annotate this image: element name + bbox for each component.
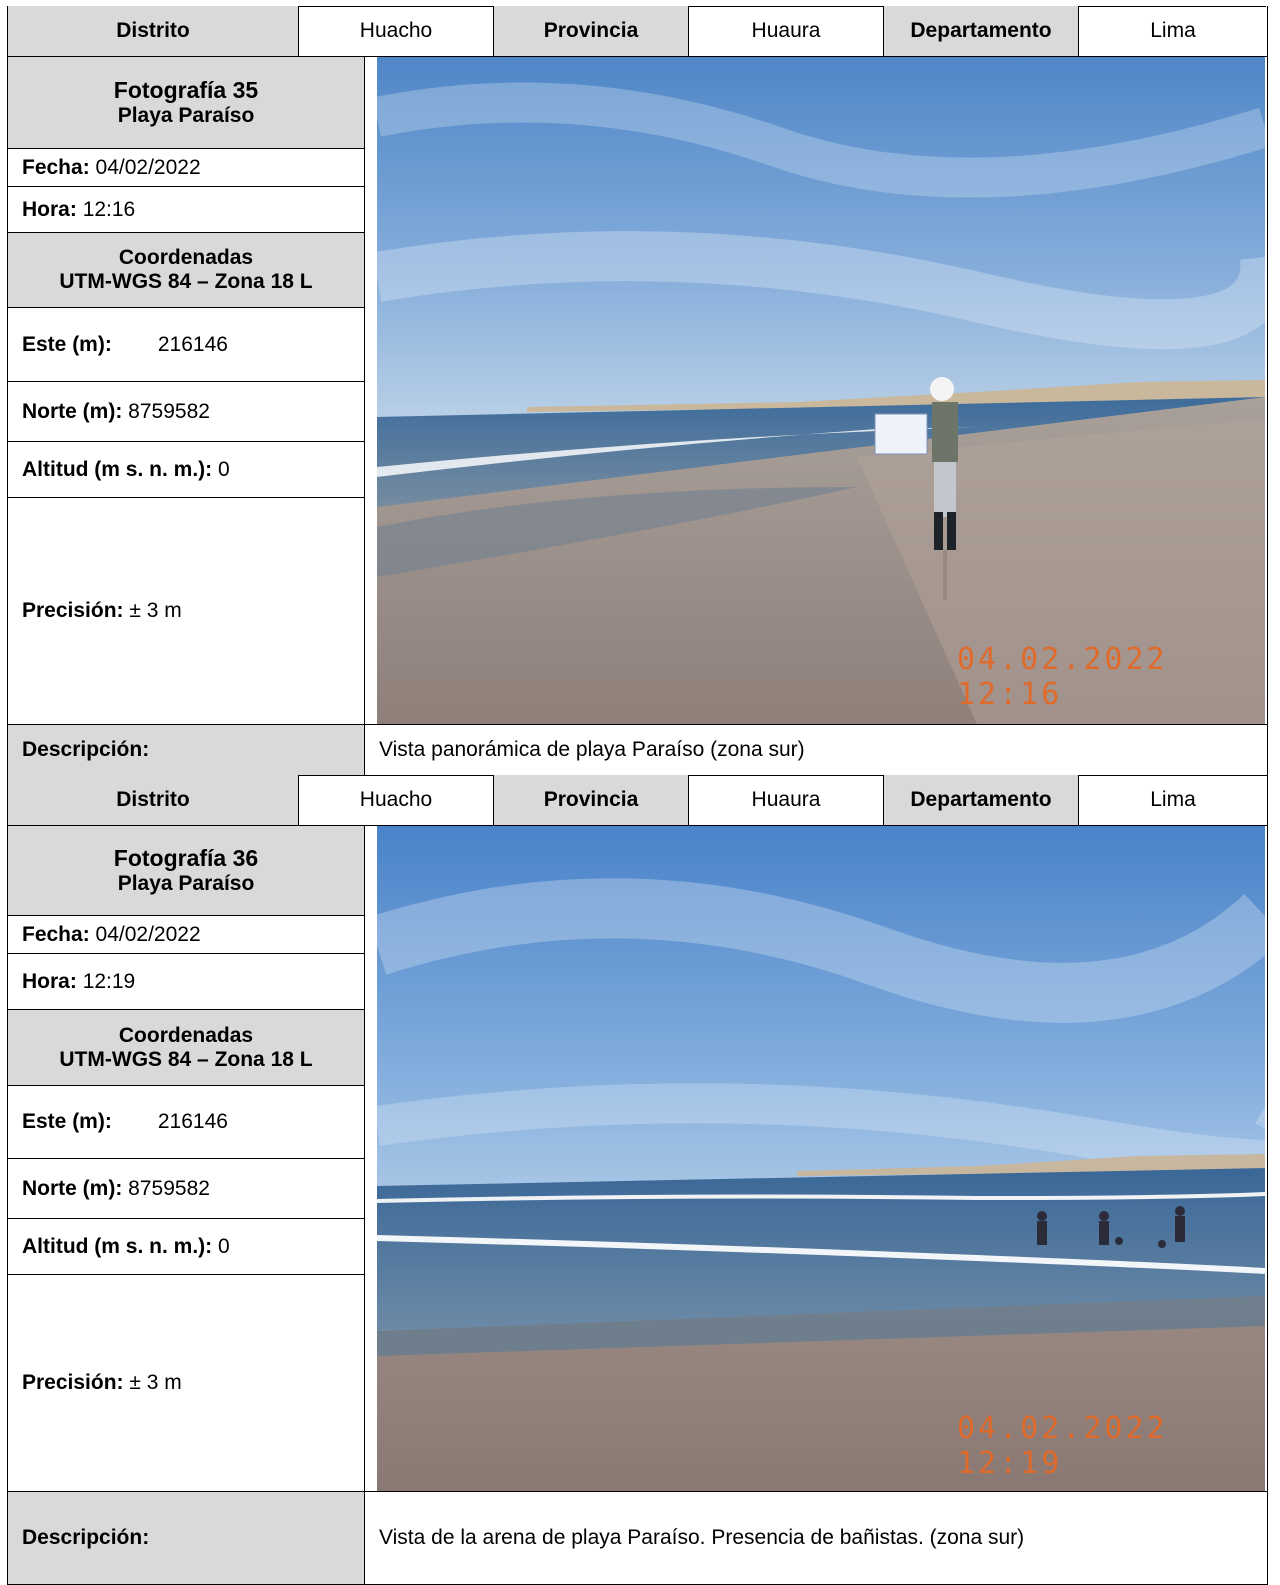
provincia-value: Huaura xyxy=(689,6,884,56)
photo-timestamp: 04.02.2022 12:16 xyxy=(957,642,1168,712)
altitud-value: 0 xyxy=(218,1234,230,1258)
distrito-label: Distrito xyxy=(8,775,299,825)
norte-value: 8759582 xyxy=(128,399,210,423)
departamento-label: Departamento xyxy=(884,775,1079,825)
fecha-cell: Fecha: 04/02/2022 xyxy=(8,149,364,187)
fecha-value: 04/02/2022 xyxy=(95,922,201,946)
precision-cell: Precisión: ± 3 m xyxy=(8,1275,364,1491)
hora-value: 12:19 xyxy=(82,969,136,993)
hora-label: Hora: xyxy=(22,969,77,993)
hora-value: 12:16 xyxy=(82,197,136,221)
precision-value: ± 3 m xyxy=(129,599,182,622)
norte-label: Norte (m): xyxy=(22,1176,123,1200)
norte-value: 8759582 xyxy=(128,1176,210,1200)
hora-cell: Hora: 12:16 xyxy=(8,187,364,233)
coordenadas-title: Coordenadas xyxy=(118,246,254,269)
precision-label: Precisión: xyxy=(22,599,124,622)
fecha-value: 04/02/2022 xyxy=(95,155,201,179)
altitud-label: Altitud (m s. n. m.): xyxy=(22,1234,213,1258)
photo-timestamp: 04.02.2022 12:19 xyxy=(957,1411,1168,1481)
departamento-value: Lima xyxy=(1150,19,1196,42)
distrito-value: Huacho xyxy=(299,775,494,825)
descripcion-label: Descripción: xyxy=(8,1492,365,1584)
photo-title-cell: Fotografía 36 Playa Paraíso xyxy=(8,826,364,916)
location-header-row: Distrito Huacho Provincia Huaura Departa… xyxy=(8,6,1267,57)
descripcion-label: Descripción: xyxy=(8,725,365,775)
este-label: Este (m): xyxy=(22,332,112,356)
metadata-column: Fotografía 36 Playa Paraíso Fecha: 04/02… xyxy=(8,826,365,1491)
descripcion-value: Vista de la arena de playa Paraíso. Pres… xyxy=(379,1526,1025,1549)
hora-cell: Hora: 12:19 xyxy=(8,954,364,1010)
descripcion-row: Descripción: Vista de la arena de playa … xyxy=(8,1492,1267,1585)
descripcion-value: Vista panorámica de playa Paraíso (zona … xyxy=(379,738,805,761)
precision-cell: Precisión: ± 3 m xyxy=(8,498,364,724)
departamento-value: Lima xyxy=(1150,788,1196,811)
norte-label: Norte (m): xyxy=(22,399,123,423)
norte-cell: Norte (m): 8759582 xyxy=(8,1159,364,1219)
photo-record-36: Distrito Huacho Provincia Huaura Departa… xyxy=(7,775,1268,1585)
altitud-label: Altitud (m s. n. m.): xyxy=(22,457,213,481)
coordenadas-title: Coordenadas xyxy=(118,1023,254,1047)
distrito-label: Distrito xyxy=(8,6,299,56)
photo-title-cell: Fotografía 35 Playa Paraíso xyxy=(8,57,364,149)
beach-photo-35: 04.02.2022 12:16 xyxy=(377,57,1265,724)
provincia-value: Huaura xyxy=(689,775,884,825)
fecha-label: Fecha: xyxy=(22,155,90,179)
coordenadas-system: UTM-WGS 84 – Zona 18 L xyxy=(59,1047,313,1071)
altitud-cell: Altitud (m s. n. m.): 0 xyxy=(8,442,364,498)
beach-photo-35-image xyxy=(377,57,1265,724)
coordenadas-system: UTM-WGS 84 – Zona 18 L xyxy=(59,270,313,293)
este-value: 216146 xyxy=(157,1110,228,1133)
precision-label: Precisión: xyxy=(22,1371,124,1394)
precision-value: ± 3 m xyxy=(129,1371,182,1394)
photo-subtitle: Playa Paraíso xyxy=(117,104,255,127)
coordenadas-cell: Coordenadas UTM-WGS 84 – Zona 18 L xyxy=(8,1010,364,1086)
photo-subtitle: Playa Paraíso xyxy=(117,872,255,895)
photo-record-35: Distrito Huacho Provincia Huaura Departa… xyxy=(7,6,1268,776)
beach-photo-36: 04.02.2022 12:19 xyxy=(377,826,1265,1491)
descripcion-row: Descripción: Vista panorámica de playa P… xyxy=(8,725,1267,776)
fecha-cell: Fecha: 04/02/2022 xyxy=(8,916,364,954)
provincia-label: Provincia xyxy=(494,775,689,825)
hora-label: Hora: xyxy=(22,197,77,221)
este-label: Este (m): xyxy=(22,1110,112,1133)
distrito-value: Huacho xyxy=(299,6,494,56)
fecha-label: Fecha: xyxy=(22,922,90,946)
este-value: 216146 xyxy=(157,332,228,356)
altitud-cell: Altitud (m s. n. m.): 0 xyxy=(8,1219,364,1275)
provincia-label: Provincia xyxy=(494,6,689,56)
beach-photo-36-image xyxy=(377,826,1265,1491)
este-cell: Este (m): 216146 xyxy=(8,308,364,382)
departamento-label: Departamento xyxy=(884,6,1079,56)
photo-title: Fotografía 36 xyxy=(113,845,259,871)
photo-title: Fotografía 35 xyxy=(113,77,259,103)
altitud-value: 0 xyxy=(218,457,230,481)
coordenadas-cell: Coordenadas UTM-WGS 84 – Zona 18 L xyxy=(8,233,364,308)
norte-cell: Norte (m): 8759582 xyxy=(8,382,364,442)
record-body: Fotografía 35 Playa Paraíso Fecha: 04/02… xyxy=(8,57,1267,725)
location-header-row: Distrito Huacho Provincia Huaura Departa… xyxy=(8,775,1267,826)
este-cell: Este (m): 216146 xyxy=(8,1086,364,1159)
photo-column: 04.02.2022 12:16 xyxy=(365,57,1267,724)
metadata-column: Fotografía 35 Playa Paraíso Fecha: 04/02… xyxy=(8,57,365,724)
record-body: Fotografía 36 Playa Paraíso Fecha: 04/02… xyxy=(8,826,1267,1492)
photo-column: 04.02.2022 12:19 xyxy=(365,826,1267,1491)
